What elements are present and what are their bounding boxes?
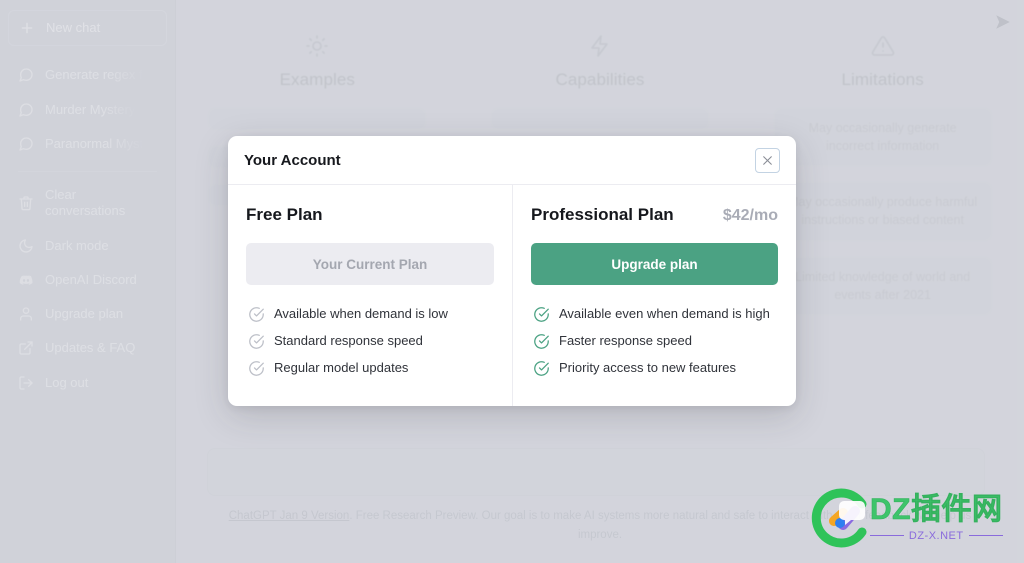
- plan-header: Professional Plan $42/mo: [531, 205, 778, 227]
- check-circle-icon: [533, 306, 550, 323]
- watermark-logo-icon: [810, 487, 872, 549]
- check-circle-icon: [248, 360, 265, 377]
- chatgpt-app-window: New chat Generate regex f Murder Mystery…: [0, 0, 1024, 563]
- watermark-title: DZ插件网: [870, 492, 1003, 526]
- check-circle-icon: [533, 333, 550, 350]
- plan-name: Professional Plan: [531, 205, 674, 224]
- check-circle-icon: [248, 306, 265, 323]
- current-plan-button: Your Current Plan: [246, 243, 494, 285]
- plan-feature-label: Available even when demand is high: [559, 306, 770, 322]
- plan-feature-label: Faster response speed: [559, 333, 692, 349]
- plan-price: $42/mo: [722, 207, 778, 224]
- plan-feature: Available when demand is low: [246, 301, 494, 328]
- modal-title: Your Account: [244, 151, 341, 169]
- plan-feature-label: Available when demand is low: [274, 306, 448, 322]
- close-icon[interactable]: [755, 147, 780, 173]
- plan-feature: Standard response speed: [246, 328, 494, 355]
- plan-card-free: Free Plan Your Current Plan Available wh…: [228, 185, 512, 406]
- plan-feature: Faster response speed: [531, 328, 778, 355]
- watermark-subtitle-row: DZ-X.NET: [870, 530, 1003, 542]
- watermark-subtitle: DZ-X.NET: [908, 529, 964, 542]
- upgrade-plan-button[interactable]: Upgrade plan: [531, 243, 778, 285]
- watermark-rule-right: [968, 535, 1003, 536]
- plan-feature: Available even when demand is high: [531, 301, 778, 328]
- watermark-rule-left: [870, 535, 904, 536]
- watermark: DZ插件网 DZ-X.NET: [810, 481, 1016, 555]
- plan-comparison: Free Plan Your Current Plan Available wh…: [228, 185, 796, 406]
- plan-feature: Regular model updates: [246, 355, 494, 382]
- check-circle-icon: [533, 360, 550, 377]
- plan-card-professional: Professional Plan $42/mo Upgrade plan Av…: [512, 185, 796, 406]
- plan-feature-label: Standard response speed: [274, 333, 423, 349]
- modal-header: Your Account: [228, 136, 796, 185]
- watermark-text: DZ插件网 DZ-X.NET: [870, 492, 1003, 542]
- plan-feature-label: Regular model updates: [274, 360, 409, 376]
- plan-feature-label: Priority access to new features: [559, 360, 737, 376]
- plan-name: Free Plan: [246, 205, 323, 224]
- plan-header: Free Plan: [246, 205, 494, 227]
- check-circle-icon: [248, 333, 265, 350]
- account-modal: Your Account Free Plan Your Current Plan…: [228, 136, 796, 406]
- plan-feature: Priority access to new features: [531, 355, 778, 382]
